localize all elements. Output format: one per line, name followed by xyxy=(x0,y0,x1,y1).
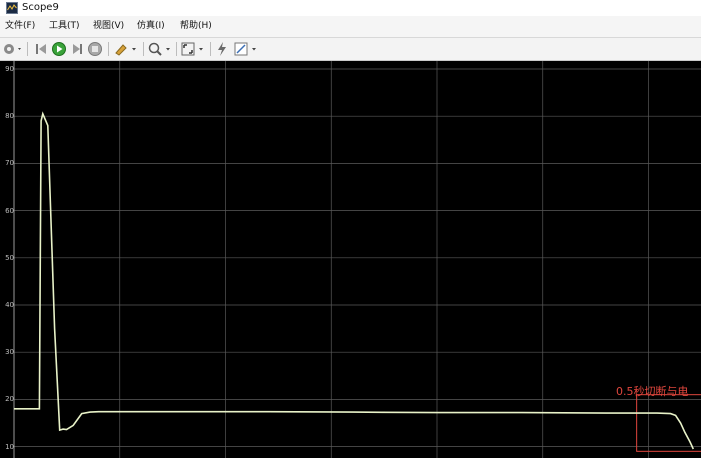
step-forward-icon xyxy=(73,44,82,54)
run-button[interactable] xyxy=(51,41,67,57)
cursor-measure-icon xyxy=(218,42,226,56)
y-tick-label: 10 xyxy=(5,442,14,451)
y-tick-label: 20 xyxy=(5,395,14,404)
highlight-icon xyxy=(115,44,136,56)
menu-help[interactable]: 帮助(H) xyxy=(180,16,212,37)
style-button[interactable] xyxy=(233,41,259,57)
step-forward-button[interactable] xyxy=(69,41,85,57)
y-tick-label: 30 xyxy=(5,348,14,357)
toolbar-separator xyxy=(108,42,109,56)
grid-lines xyxy=(13,61,701,458)
menu-simulation[interactable]: 仿真(I) xyxy=(137,16,165,37)
toolbar-separator xyxy=(176,42,177,56)
scope-app-icon xyxy=(6,2,18,14)
toolbar-separator xyxy=(210,42,211,56)
y-tick-label: 80 xyxy=(5,112,14,121)
toolbar-separator xyxy=(143,42,144,56)
menu-view[interactable]: 视图(V) xyxy=(93,16,124,37)
annotation-label: 0.5秒切断与电 xyxy=(616,385,689,398)
y-tick-label: 90 xyxy=(5,65,14,73)
step-back-button[interactable] xyxy=(33,41,49,57)
menu-file[interactable]: 文件(F) xyxy=(5,16,35,37)
y-tick-label: 70 xyxy=(5,159,14,168)
highlight-button[interactable] xyxy=(113,41,139,57)
y-tick-label: 50 xyxy=(5,253,14,262)
zoom-icon xyxy=(148,42,170,56)
y-tick-label: 60 xyxy=(5,206,14,215)
menu-bar: 文件(F) 工具(T) 视图(V) 仿真(I) 帮助(H) xyxy=(0,16,701,38)
scope-window: Scope9 文件(F) 工具(T) 视图(V) 仿真(I) 帮助(H) 90 … xyxy=(0,0,701,458)
annotation-box xyxy=(636,394,701,452)
cursor-measure-button[interactable] xyxy=(214,41,230,57)
plot-canvas[interactable] xyxy=(0,61,701,458)
annotation-layer xyxy=(636,394,701,452)
scope-plot[interactable]: 90 80 70 60 50 40 30 20 10 0.5秒切断与电 xyxy=(0,61,701,458)
step-back-icon xyxy=(36,44,46,54)
stop-button[interactable] xyxy=(87,41,103,57)
zoom-button[interactable] xyxy=(147,41,173,57)
stop-icon xyxy=(88,42,102,56)
run-icon xyxy=(52,42,66,56)
toolbar xyxy=(0,38,701,61)
style-icon xyxy=(234,42,256,56)
fit-button[interactable] xyxy=(180,41,206,57)
settings-icon xyxy=(4,44,21,54)
settings-button[interactable] xyxy=(2,41,24,57)
title-bar: Scope9 xyxy=(0,0,701,17)
toolbar-separator xyxy=(27,42,28,56)
signal-line xyxy=(14,111,695,450)
y-tick-label: 40 xyxy=(5,301,14,309)
fit-icon xyxy=(181,42,203,56)
menu-tools[interactable]: 工具(T) xyxy=(49,16,80,37)
window-title: Scope9 xyxy=(22,2,59,13)
